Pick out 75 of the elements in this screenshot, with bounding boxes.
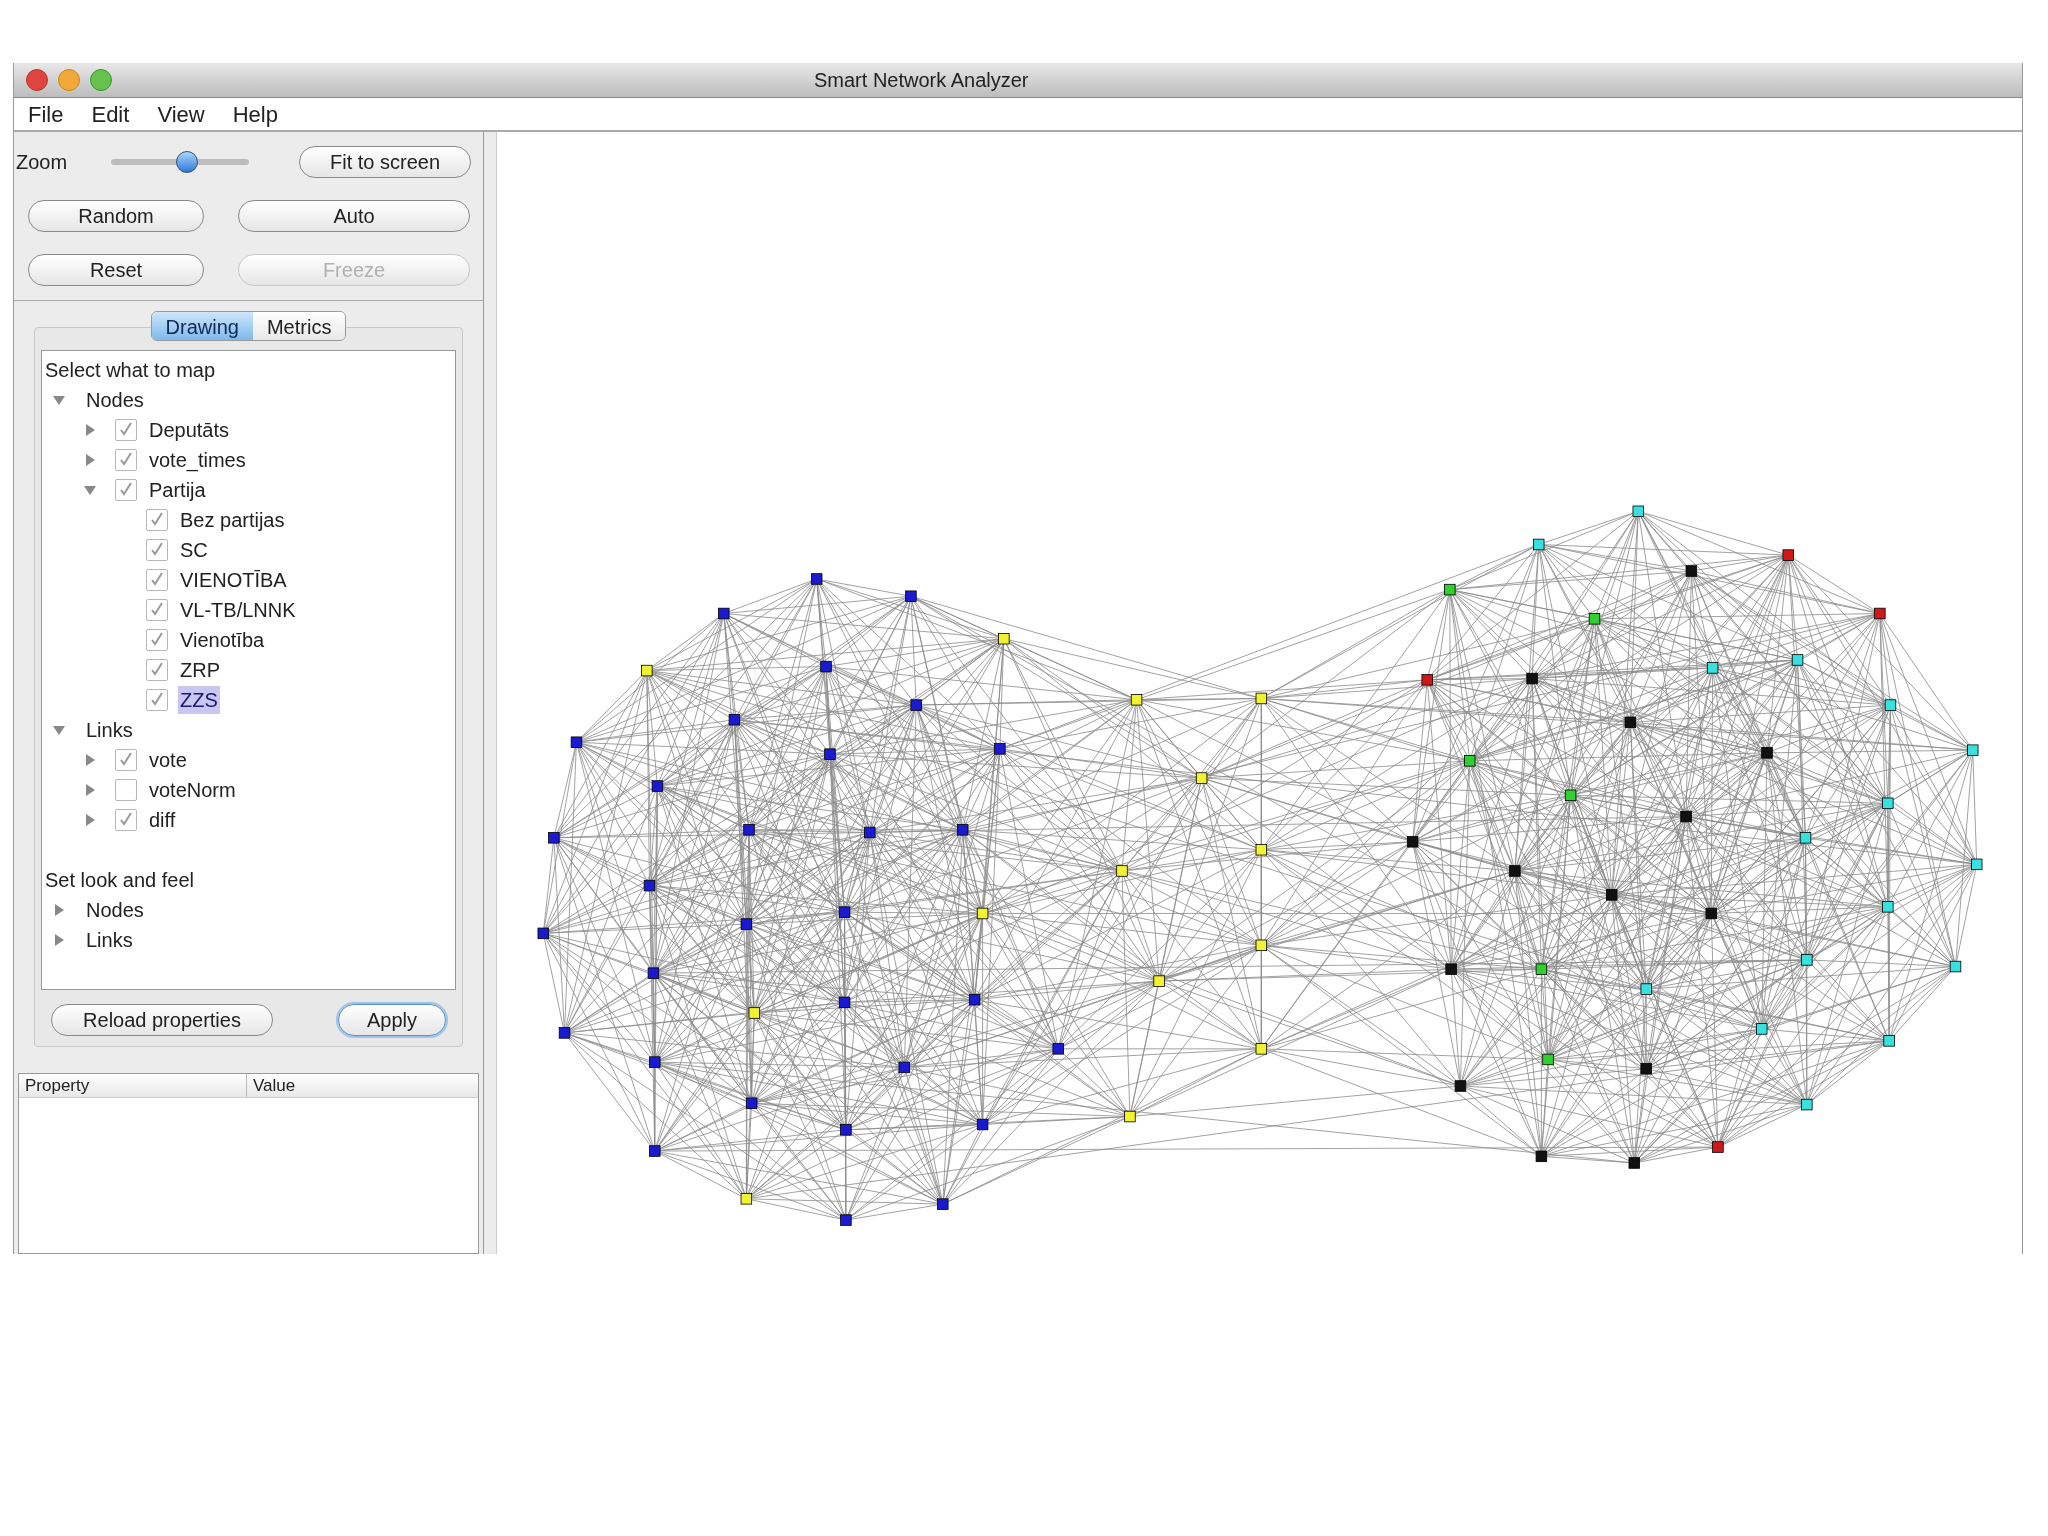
- close-icon[interactable]: [26, 69, 48, 91]
- check-icon: [149, 512, 165, 528]
- check-icon: [118, 482, 134, 498]
- button[interactable]: Auto: [238, 200, 470, 232]
- check-icon: [118, 812, 134, 828]
- checkbox[interactable]: [146, 659, 168, 681]
- check-icon: [149, 632, 165, 648]
- column-header[interactable]: Property: [19, 1074, 247, 1097]
- zoom-slider[interactable]: [111, 151, 249, 173]
- tree-item[interactable]: Deputāts: [147, 416, 232, 444]
- collapsed-triangle-icon[interactable]: [83, 783, 97, 797]
- menu-item[interactable]: Help: [230, 97, 280, 131]
- checkbox[interactable]: [115, 479, 137, 501]
- tree-item[interactable]: Links: [84, 716, 135, 744]
- tab[interactable]: Drawing: [151, 312, 253, 340]
- tree-item[interactable]: SC: [178, 536, 210, 564]
- check-icon: [118, 452, 134, 468]
- checkbox[interactable]: [146, 539, 168, 561]
- check-icon: [149, 572, 165, 588]
- collapsed-triangle-icon[interactable]: [83, 753, 97, 767]
- tree-item[interactable]: voteNorm: [147, 776, 238, 804]
- check-icon: [149, 602, 165, 618]
- section-heading: Select what to map: [44, 358, 217, 383]
- tree-item[interactable]: Nodes: [84, 386, 146, 414]
- tree-item[interactable]: VIENOTĪBA: [178, 566, 289, 594]
- column-header[interactable]: Value: [247, 1074, 478, 1097]
- tree-item[interactable]: Links: [84, 926, 135, 954]
- checkbox[interactable]: [146, 689, 168, 711]
- tree-item[interactable]: VL-TB/LNNK: [178, 596, 298, 624]
- tab[interactable]: Metrics: [252, 312, 346, 340]
- checkbox[interactable]: [115, 809, 137, 831]
- window-title: Smart Network Analyzer: [814, 68, 1029, 93]
- section-heading: Set look and feel: [44, 868, 195, 893]
- check-icon: [149, 692, 165, 708]
- zoom-icon[interactable]: [90, 69, 112, 91]
- check-icon: [118, 752, 134, 768]
- check-icon: [118, 422, 134, 438]
- menu-item[interactable]: Edit: [89, 97, 132, 131]
- checkbox[interactable]: [115, 749, 137, 771]
- expanded-triangle-icon[interactable]: [52, 393, 66, 407]
- button[interactable]: Reset: [28, 254, 204, 286]
- tree-item[interactable]: ZRP: [178, 656, 222, 684]
- collapsed-triangle-icon[interactable]: [52, 933, 66, 947]
- checkbox[interactable]: [146, 599, 168, 621]
- checkbox[interactable]: [115, 449, 137, 471]
- tree-item[interactable]: ZZS: [178, 686, 220, 714]
- check-icon: [149, 542, 165, 558]
- checkbox[interactable]: [115, 779, 137, 801]
- check-icon: [149, 662, 165, 678]
- minimize-icon[interactable]: [58, 69, 80, 91]
- slider-thumb[interactable]: [175, 151, 198, 173]
- tree-item[interactable]: Bez partijas: [178, 506, 287, 534]
- collapsed-triangle-icon[interactable]: [83, 423, 97, 437]
- checkbox[interactable]: [146, 569, 168, 591]
- checkbox[interactable]: [146, 629, 168, 651]
- tree-item[interactable]: Vienotība: [178, 626, 267, 654]
- checkbox[interactable]: [115, 419, 137, 441]
- tree-item[interactable]: vote_times: [147, 446, 248, 474]
- zoom-label: Zoom: [16, 150, 69, 175]
- tree-item[interactable]: Partija: [147, 476, 208, 504]
- menu-item[interactable]: File: [26, 97, 66, 131]
- expanded-triangle-icon[interactable]: [83, 483, 97, 497]
- button[interactable]: Apply: [338, 1004, 446, 1036]
- checkbox[interactable]: [146, 509, 168, 531]
- expanded-triangle-icon[interactable]: [52, 723, 66, 737]
- collapsed-triangle-icon[interactable]: [83, 813, 97, 827]
- button[interactable]: Reload properties: [51, 1004, 273, 1036]
- collapsed-triangle-icon[interactable]: [52, 903, 66, 917]
- menu-item[interactable]: View: [155, 97, 207, 131]
- tree-item[interactable]: diff: [147, 806, 178, 834]
- tree-item[interactable]: Nodes: [84, 896, 146, 924]
- button[interactable]: Fit to screen: [299, 146, 471, 178]
- button[interactable]: Random: [28, 200, 204, 232]
- collapsed-triangle-icon[interactable]: [83, 453, 97, 467]
- tree-item[interactable]: vote: [147, 746, 189, 774]
